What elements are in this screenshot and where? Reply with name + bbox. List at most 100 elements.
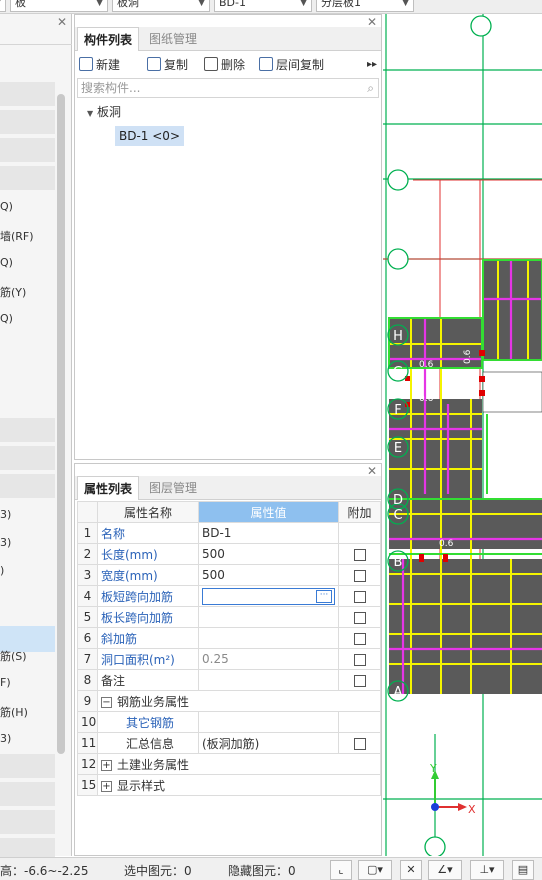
left-nav-item[interactable]: 筋(H)	[0, 704, 28, 720]
extra-checkbox[interactable]	[353, 548, 366, 561]
tab-component-list[interactable]: 构件列表	[77, 27, 140, 51]
component-tabs: 构件列表 图纸管理	[75, 27, 381, 51]
tree-root[interactable]: ▼ 板洞	[87, 103, 121, 120]
extra-checkbox[interactable]	[353, 590, 366, 603]
property-group[interactable]: + 显示样式	[97, 774, 381, 796]
ucs-axes: Y X	[429, 762, 476, 816]
property-table-header: 属性名称 属性值 附加	[77, 501, 381, 523]
new-button-label: 新建	[96, 58, 121, 72]
extra-checkbox[interactable]	[353, 737, 366, 750]
left-nav-group[interactable]	[0, 446, 55, 470]
toolbar-dropdown-component-value: BD-1	[219, 0, 246, 9]
ortho-mode-icon[interactable]: ⌞	[330, 860, 352, 880]
layer-copy-button[interactable]: 层间复制	[259, 55, 324, 75]
new-button[interactable]: 新建	[79, 55, 120, 75]
toolbar-dropdown-type-value: 板	[15, 0, 26, 9]
property-tabs: 属性列表 图层管理	[75, 476, 381, 500]
left-nav-panel: ✕ Q) 墙(RF) Q) 筋(Y) Q) 3) 3) ) 筋(S) F) 筋(…	[0, 14, 72, 862]
cross-select-icon[interactable]: ✕	[400, 860, 422, 880]
extra-checkbox[interactable]	[353, 569, 366, 582]
expand-icon[interactable]: +	[101, 759, 112, 771]
offset-tool-icon[interactable]: ⊥▾	[470, 860, 504, 880]
angle-tool-icon[interactable]: ∠▾	[428, 860, 462, 880]
close-icon[interactable]: ✕	[57, 15, 67, 29]
left-nav-group[interactable]	[0, 138, 55, 162]
more-tools-icon[interactable]: ▸▸	[367, 55, 377, 75]
table-row: 10 其它钢筋	[77, 711, 381, 733]
property-value[interactable]	[198, 711, 339, 733]
print-icon[interactable]: ▤	[512, 860, 534, 880]
table-row-group: 9 − 钢筋业务属性	[77, 690, 381, 712]
row-num: 6	[77, 627, 98, 649]
snap-mode-icon[interactable]: ▢▾	[358, 860, 392, 880]
property-group[interactable]: + 土建业务属性	[97, 753, 381, 775]
component-list-panel: ✕ 构件列表 图纸管理 新建 复制 删除 层间复制 ▸▸ 搜索构件... ⌕ ▼ …	[74, 14, 382, 460]
tab-property-list[interactable]: 属性列表	[77, 476, 140, 500]
extra-checkbox[interactable]	[353, 674, 366, 687]
copy-button[interactable]: 复制	[147, 55, 188, 75]
row-num: 11	[77, 732, 98, 754]
search-icon: ⌕	[367, 81, 374, 95]
property-value-editor[interactable]: ···	[198, 585, 339, 607]
property-group[interactable]: − 钢筋业务属性	[97, 690, 381, 712]
row-num: 4	[77, 585, 98, 607]
drawing-canvas[interactable]: H G F E D C B A 0.6 0.6 0.6 0.6 Y X	[383, 14, 542, 856]
left-nav-group[interactable]	[0, 474, 55, 498]
left-nav-item[interactable]: 筋(Y)	[0, 284, 26, 300]
axis-label-a: A	[394, 685, 403, 700]
toolbar-dropdown-type[interactable]: 板 ▼	[10, 0, 108, 12]
extra-cell	[338, 522, 381, 544]
tab-layer-management[interactable]: 图层管理	[143, 476, 203, 500]
table-row-group: 12 + 土建业务属性	[77, 753, 381, 775]
left-nav-group[interactable]	[0, 82, 55, 106]
toolbar-dropdown-layer[interactable]: 分层板1 ▼	[316, 0, 414, 12]
left-nav-item[interactable]: Q)	[0, 200, 13, 213]
property-value[interactable]: BD-1	[198, 522, 339, 544]
left-nav-group[interactable]	[0, 754, 55, 778]
expand-triangle-icon[interactable]: ▼	[87, 109, 93, 118]
left-nav-item[interactable]: 墙(RF)	[0, 228, 34, 244]
left-nav-item[interactable]: 3)	[0, 536, 11, 549]
table-row-selected: 4 板短跨向加筋 ···	[77, 585, 381, 607]
left-nav-item[interactable]: F)	[0, 676, 11, 689]
tab-drawing-management[interactable]: 图纸管理	[143, 27, 203, 51]
left-nav-item[interactable]: )	[0, 564, 4, 577]
row-num: 12	[77, 753, 98, 775]
ellipsis-button[interactable]: ···	[316, 589, 332, 603]
short-span-rebar-input[interactable]: ···	[202, 587, 335, 605]
property-value[interactable]	[198, 606, 339, 628]
collapse-icon[interactable]: −	[101, 696, 112, 708]
property-value[interactable]: 500	[198, 543, 339, 565]
left-nav-group[interactable]	[0, 166, 55, 190]
left-nav-item[interactable]: 3)	[0, 732, 11, 745]
delete-button[interactable]: 删除	[204, 55, 245, 75]
left-nav-group[interactable]	[0, 782, 55, 806]
structural-drawing[interactable]: H G F E D C B A 0.6 0.6 0.6 0.6 Y X	[383, 14, 542, 856]
property-value[interactable]	[198, 627, 339, 649]
status-hidden: 隐藏图元：0	[228, 864, 296, 878]
left-nav-item[interactable]: 3)	[0, 508, 11, 521]
toolbar-dropdown-component[interactable]: BD-1 ▼	[214, 0, 312, 12]
extra-checkbox[interactable]	[353, 653, 366, 666]
left-nav-group[interactable]	[0, 418, 55, 442]
search-input[interactable]: 搜索构件... ⌕	[77, 78, 379, 98]
extra-checkbox[interactable]	[353, 632, 366, 645]
left-nav-group[interactable]	[0, 110, 55, 134]
dim-label: 0.6	[419, 394, 434, 404]
extra-checkbox[interactable]	[353, 611, 366, 624]
property-value[interactable]: (板洞加筋)	[198, 732, 339, 754]
left-nav-group[interactable]	[0, 810, 55, 834]
toolbar-dropdown-prev[interactable]: ▼	[0, 0, 6, 12]
left-nav-item[interactable]: Q)	[0, 312, 13, 325]
left-panel-scrollbar[interactable]	[57, 94, 65, 754]
toolbar-dropdown-subtype[interactable]: 板洞 ▼	[112, 0, 210, 12]
property-value[interactable]: 500	[198, 564, 339, 586]
toolbar-dropdown-subtype-value: 板洞	[117, 0, 139, 9]
axis-label-f: F	[394, 403, 401, 418]
status-elevation: 标高：-6.6~-2.25	[0, 864, 89, 878]
left-nav-item[interactable]: 筋(S)	[0, 648, 27, 664]
property-value[interactable]	[198, 669, 339, 691]
tree-node-bd1[interactable]: BD-1 <0>	[115, 126, 184, 146]
left-nav-item[interactable]: Q)	[0, 256, 13, 269]
expand-icon[interactable]: +	[101, 780, 112, 792]
